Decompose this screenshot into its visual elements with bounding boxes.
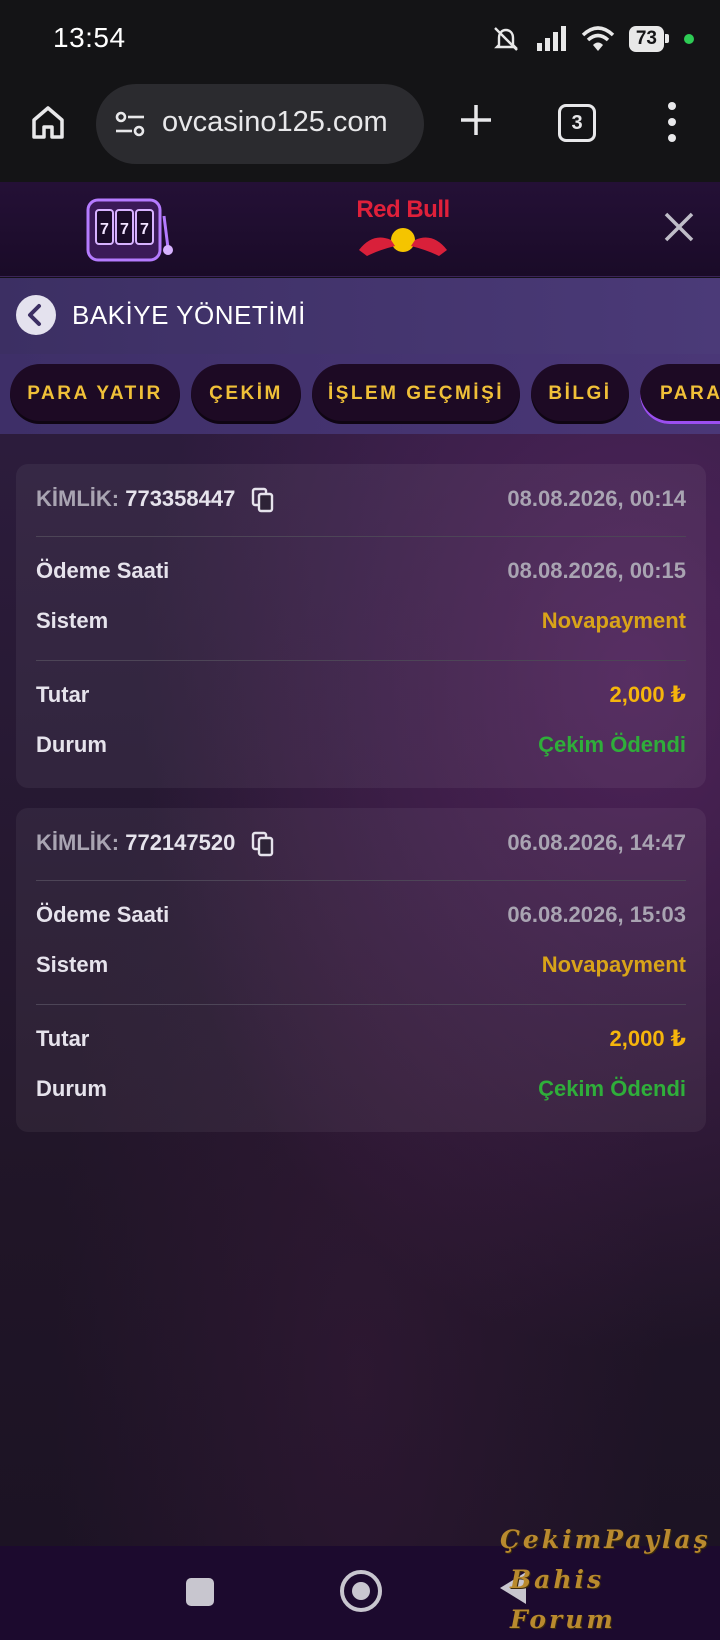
divider bbox=[36, 880, 686, 881]
address-bar[interactable]: ovcasino125.com bbox=[96, 84, 424, 164]
amount-value: 2,000 ₺ bbox=[609, 1026, 686, 1051]
recents-button[interactable] bbox=[186, 1578, 214, 1606]
slot-machine-logo[interactable]: 7 7 7 bbox=[82, 192, 182, 266]
copy-icon[interactable] bbox=[251, 487, 275, 513]
payment-time-row: Ödeme Saati 06.08.2026, 15:03 bbox=[36, 894, 686, 934]
red-bull-logo[interactable]: Red Bull bbox=[355, 196, 451, 262]
copy-icon[interactable] bbox=[251, 831, 275, 857]
more-menu-icon[interactable] bbox=[662, 100, 682, 144]
site-header: 7 7 7 Red Bull bbox=[0, 182, 720, 277]
tab-cekim[interactable]: ÇEKİM bbox=[191, 364, 301, 424]
clock: 13:54 bbox=[53, 22, 126, 53]
id-label: KİMLİK: bbox=[36, 486, 120, 511]
mute-bell-icon bbox=[493, 27, 518, 51]
status-badge: Çekim Ödendi bbox=[538, 1076, 686, 1101]
bulls-icon bbox=[359, 228, 447, 256]
amount-label: Tutar bbox=[36, 682, 90, 707]
amount-row: Tutar 2,000 ₺ bbox=[36, 1018, 686, 1058]
wifi-icon bbox=[581, 26, 615, 51]
logo-text: Red Bull bbox=[356, 196, 450, 223]
status-row: Durum Çekim Ödendi bbox=[36, 724, 686, 764]
status-bar: 13:54 73 bbox=[0, 0, 720, 78]
payment-time-value: 06.08.2026, 15:03 bbox=[507, 902, 686, 927]
close-icon[interactable] bbox=[660, 208, 698, 246]
back-button[interactable] bbox=[16, 295, 56, 335]
status-row: Durum Çekim Ödendi bbox=[36, 1068, 686, 1108]
transaction-card: KİMLİK: 772147520 06.08.2026, 14:47 Ödem… bbox=[16, 808, 706, 1132]
payment-time-value: 08.08.2026, 00:15 bbox=[507, 558, 686, 583]
amount-label: Tutar bbox=[36, 1026, 90, 1051]
signal-icon bbox=[536, 26, 566, 51]
system-value: Novapayment bbox=[541, 952, 686, 977]
home-button[interactable] bbox=[340, 1570, 382, 1612]
divider bbox=[36, 660, 686, 661]
status-icons: 73 bbox=[491, 22, 694, 56]
transaction-id: 773358447 bbox=[125, 486, 236, 511]
url-text: ovcasino125.com bbox=[162, 106, 388, 138]
amount-value: 2,000 ₺ bbox=[609, 682, 686, 707]
tab-islem-gecmisi[interactable]: İŞLEM GEÇMİŞİ bbox=[312, 364, 520, 424]
transaction-id-row: KİMLİK: 773358447 08.08.2026, 00:14 bbox=[36, 478, 686, 518]
payment-time-label: Ödeme Saati bbox=[36, 558, 170, 583]
created-date: 06.08.2026, 14:47 bbox=[507, 830, 686, 855]
tab-bilgi[interactable]: BİLGİ bbox=[531, 364, 629, 424]
watermark: ÇekimPaylaş Bahis Forum bbox=[500, 1520, 720, 1640]
system-row: Sistem Novapayment bbox=[36, 600, 686, 640]
transaction-card: KİMLİK: 773358447 08.08.2026, 00:14 Ödem… bbox=[16, 464, 706, 788]
status-label: Durum bbox=[36, 732, 107, 757]
watermark-line-2: Bahis Forum bbox=[510, 1565, 616, 1634]
watermark-line-1: ÇekimPaylaş bbox=[500, 1525, 711, 1554]
tab-switcher-button[interactable]: 3 bbox=[558, 104, 596, 142]
payment-time-row: Ödeme Saati 08.08.2026, 00:15 bbox=[36, 550, 686, 590]
page-title: BAKİYE YÖNETİMİ bbox=[72, 300, 306, 330]
privacy-dot bbox=[684, 34, 694, 44]
page-header: BAKİYE YÖNETİMİ bbox=[0, 278, 720, 354]
transaction-list: KİMLİK: 773358447 08.08.2026, 00:14 Ödem… bbox=[0, 434, 720, 1546]
new-tab-icon[interactable] bbox=[456, 100, 496, 140]
chevron-left-icon bbox=[28, 304, 41, 326]
tab-para[interactable]: PARA bbox=[640, 364, 720, 424]
amount-row: Tutar 2,000 ₺ bbox=[36, 674, 686, 714]
transaction-id-row: KİMLİK: 772147520 06.08.2026, 14:47 bbox=[36, 822, 686, 862]
payment-time-label: Ödeme Saati bbox=[36, 902, 170, 927]
id-label: KİMLİK: bbox=[36, 830, 120, 855]
svg-text:7: 7 bbox=[100, 221, 109, 238]
created-date: 08.08.2026, 00:14 bbox=[507, 486, 686, 511]
site-settings-icon[interactable] bbox=[112, 106, 148, 142]
svg-text:7: 7 bbox=[120, 221, 129, 238]
status-label: Durum bbox=[36, 1076, 107, 1101]
tab-bar: PARA YATIR ÇEKİM İŞLEM GEÇMİŞİ BİLGİ PAR… bbox=[0, 354, 720, 434]
browser-toolbar: ovcasino125.com 3 bbox=[0, 78, 720, 182]
divider bbox=[36, 536, 686, 537]
home-icon[interactable] bbox=[28, 102, 68, 142]
divider bbox=[36, 1004, 686, 1005]
svg-text:7: 7 bbox=[140, 221, 149, 238]
system-label: Sistem bbox=[36, 952, 109, 977]
tab-para-yatir[interactable]: PARA YATIR bbox=[10, 364, 180, 424]
system-row: Sistem Novapayment bbox=[36, 944, 686, 984]
battery-indicator: 73 bbox=[628, 26, 670, 52]
system-label: Sistem bbox=[36, 608, 109, 633]
system-value: Novapayment bbox=[541, 608, 686, 633]
status-badge: Çekim Ödendi bbox=[538, 732, 686, 757]
transaction-id: 772147520 bbox=[125, 830, 236, 855]
